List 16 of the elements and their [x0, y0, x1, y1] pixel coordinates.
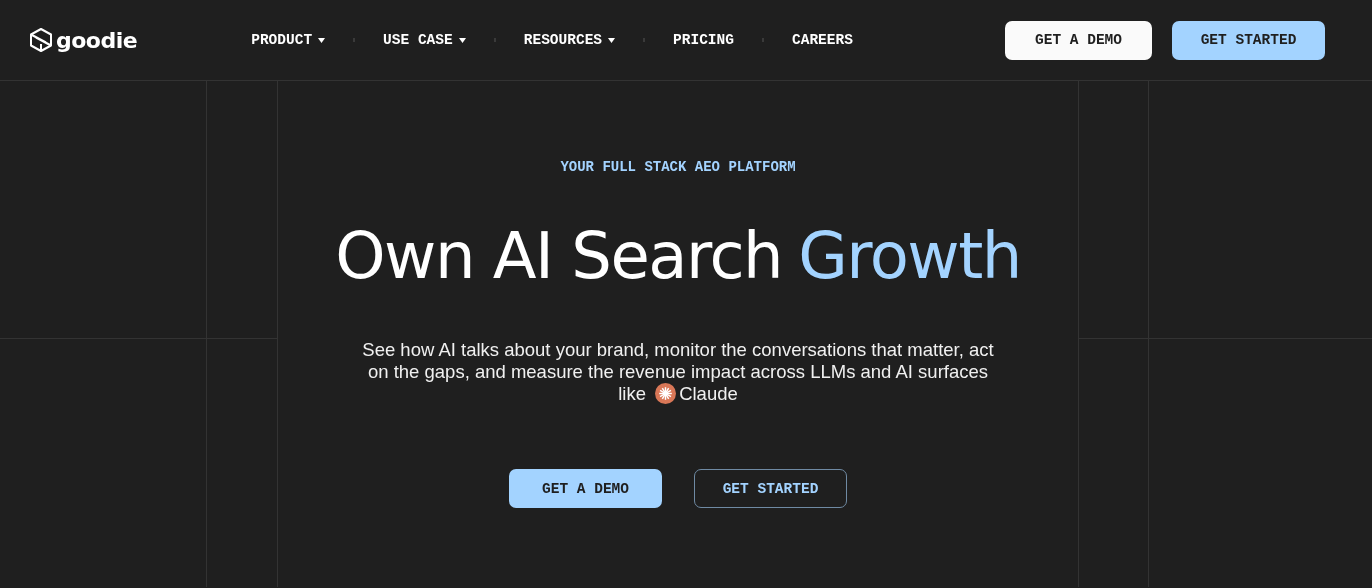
hero-title: Own AI Search — [335, 219, 783, 293]
logo-text[interactable]: goodie — [56, 27, 138, 53]
hero-title-accent: Growth — [798, 219, 1021, 293]
nav-link[interactable]: CAREERS — [792, 32, 853, 48]
nav-link[interactable]: RESOURCES — [523, 32, 616, 48]
nav-link[interactable]: USE CASE — [383, 32, 466, 48]
get-started-button[interactable]: GET STARTED — [694, 469, 847, 508]
kicker-text: YOUR FULL STACK AEO PLATFORM — [560, 159, 796, 175]
nav-link[interactable]: PRICING — [673, 32, 734, 48]
logo-icon — [30, 28, 52, 52]
demo-button[interactable]: GET A DEMO — [1005, 20, 1152, 60]
hero-description: See how AI talks about your brand, monitor the conversations that matter, act on the gaps, and measure the revenue impact across LLMs and AI surfaces like Claude — [361, 339, 995, 405]
nav-link[interactable]: PRODUCT — [251, 32, 326, 48]
demo-button[interactable]: GET A DEMO — [509, 469, 662, 508]
demo-button[interactable]: GET STARTED — [1172, 20, 1325, 60]
starburst-icon — [655, 383, 677, 404]
